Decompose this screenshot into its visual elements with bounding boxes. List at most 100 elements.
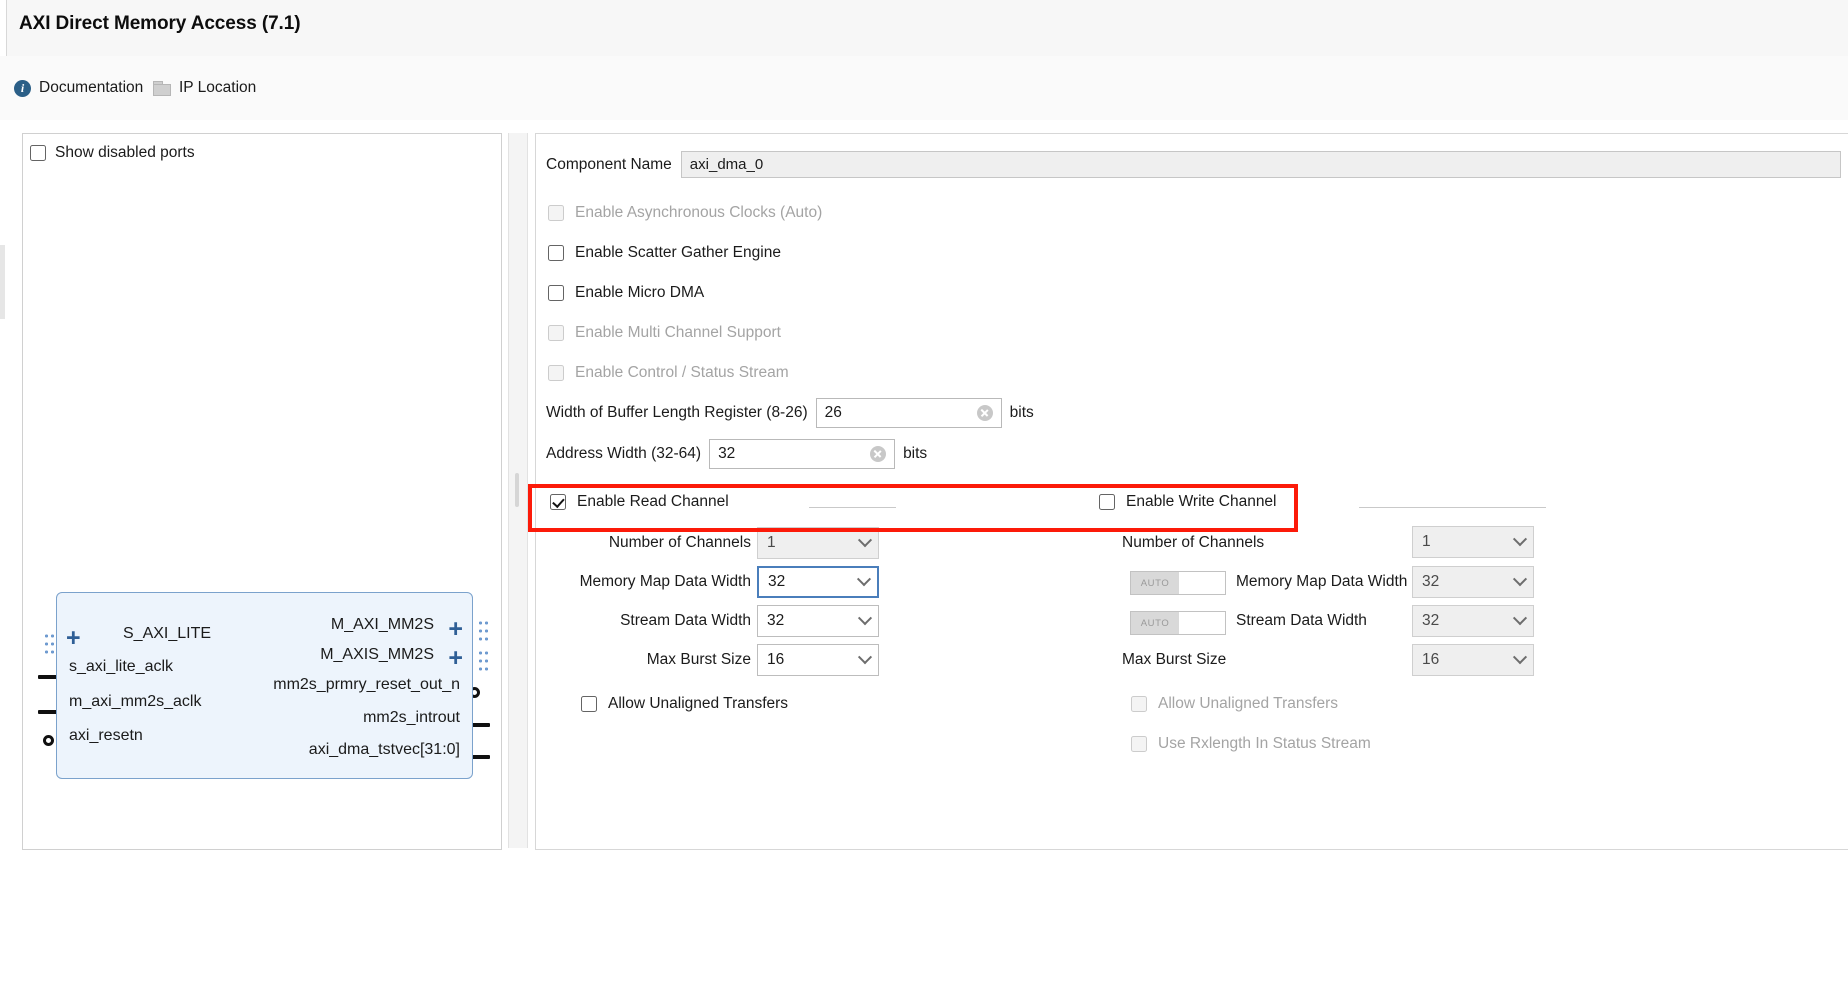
auto-toggle-knob: AUTO <box>1131 612 1179 634</box>
read-memory-map-data-width-dropdown[interactable]: 32 <box>757 566 879 598</box>
enable-multi-channel-label: Enable Multi Channel Support <box>575 324 781 341</box>
buffer-length-register-field[interactable] <box>815 398 1002 428</box>
dialog-toolbar: i Documentation IP Location <box>0 56 1848 120</box>
write-max-burst-size-value: 16 <box>1422 651 1440 668</box>
page-title: AXI Direct Memory Access (7.1) <box>19 13 301 34</box>
write-memory-map-data-width-label: Memory Map Data Width <box>1236 573 1408 590</box>
write-number-of-channels-label: Number of Channels <box>1122 534 1265 551</box>
chevron-down-icon <box>851 577 877 587</box>
buffer-length-register-input[interactable] <box>816 399 1001 427</box>
component-name-label: Component Name <box>546 155 672 173</box>
address-width-field[interactable] <box>709 439 896 469</box>
checkbox-enable-control-status-stream[interactable]: Enable Control / Status Stream <box>548 364 789 382</box>
write-number-of-channels-value: 1 <box>1422 533 1431 550</box>
enable-async-clocks-label: Enable Asynchronous Clocks (Auto) <box>575 204 823 221</box>
use-rxlength-in-status-stream-box[interactable] <box>1131 736 1147 752</box>
chevron-down-icon <box>1507 616 1533 626</box>
write-stream-data-width-dropdown[interactable]: 32 <box>1412 605 1534 637</box>
bus-pin-m-axis-mm2s <box>478 650 489 672</box>
checkbox-read-allow-unaligned-transfers[interactable]: Allow Unaligned Transfers <box>581 695 788 713</box>
write-max-burst-size-label: Max Burst Size <box>1122 651 1227 668</box>
enable-read-channel-label: Enable Read Channel <box>577 493 729 510</box>
buffer-length-register-label: Width of Buffer Length Register (8-26) <box>546 404 808 421</box>
write-channel-separator <box>1359 507 1546 508</box>
dialog-title-bar: AXI Direct Memory Access (7.1) <box>0 0 1848 57</box>
write-stream-data-width-label: Stream Data Width <box>1236 612 1367 629</box>
bus-pin-m-axi-mm2s <box>478 620 489 642</box>
checkbox-write-allow-unaligned-transfers[interactable]: Allow Unaligned Transfers <box>1131 695 1338 713</box>
checkbox-enable-write-channel[interactable]: Enable Write Channel <box>1099 493 1277 511</box>
read-stream-data-width-value: 32 <box>767 612 785 629</box>
address-width-row: Address Width (32-64) bits <box>546 439 927 469</box>
component-name-input[interactable] <box>680 151 1841 178</box>
enable-scatter-gather-box[interactable] <box>548 245 564 261</box>
read-allow-unaligned-transfers-box[interactable] <box>581 696 597 712</box>
read-memory-map-data-width-value: 32 <box>768 573 786 590</box>
expand-plus-icon-s-axi-lite[interactable]: + <box>66 626 81 651</box>
show-disabled-ports-label: Show disabled ports <box>55 144 195 161</box>
write-number-of-channels-dropdown[interactable]: 1 <box>1412 526 1534 558</box>
write-memory-map-data-width-auto-toggle[interactable]: AUTO <box>1130 571 1226 595</box>
ip-location-label: IP Location <box>179 79 257 96</box>
checkbox-enable-multi-channel[interactable]: Enable Multi Channel Support <box>548 324 781 342</box>
clear-icon-buffer-length[interactable] <box>976 405 993 421</box>
expand-plus-icon-m-axis-mm2s[interactable]: + <box>448 646 463 671</box>
documentation-label: Documentation <box>39 79 144 96</box>
chevron-down-icon <box>1507 537 1533 547</box>
read-number-of-channels-dropdown[interactable]: 1 <box>757 527 879 559</box>
enable-micro-dma-label: Enable Micro DMA <box>575 284 705 301</box>
ip-options-panel: Component Name Enable Asynchronous Clock… <box>535 133 1848 850</box>
show-disabled-ports-box[interactable] <box>30 145 46 161</box>
bus-pin-s-axi-lite <box>44 633 55 655</box>
enable-multi-channel-box[interactable] <box>548 325 564 341</box>
folder-icon <box>153 81 171 96</box>
write-stream-data-width-value: 32 <box>1422 612 1440 629</box>
read-max-burst-size-label: Max Burst Size <box>646 651 751 668</box>
checkbox-use-rxlength-in-status-stream[interactable]: Use Rxlength In Status Stream <box>1131 735 1371 753</box>
read-stream-data-width-dropdown[interactable]: 32 <box>757 605 879 637</box>
splitter-grip[interactable] <box>515 473 519 507</box>
checkbox-enable-async-clocks[interactable]: Enable Asynchronous Clocks (Auto) <box>548 204 822 222</box>
write-stream-data-width-auto-toggle[interactable]: AUTO <box>1130 611 1226 635</box>
expand-plus-icon-m-axi-mm2s[interactable]: + <box>448 617 463 642</box>
checkbox-enable-read-channel[interactable]: Enable Read Channel <box>550 493 729 511</box>
write-memory-map-data-width-dropdown[interactable]: 32 <box>1412 566 1534 598</box>
buffer-length-register-units: bits <box>1009 404 1034 421</box>
port-label-m-axis-mm2s: M_AXIS_MM2S <box>320 646 434 663</box>
address-width-units: bits <box>903 445 928 462</box>
write-max-burst-size-dropdown[interactable]: 16 <box>1412 644 1534 676</box>
panel-scroll-indicator[interactable] <box>0 245 5 319</box>
read-max-burst-size-value: 16 <box>767 651 785 668</box>
buffer-length-register-row: Width of Buffer Length Register (8-26) b… <box>546 398 1034 428</box>
pin-axi-resetn <box>43 735 54 746</box>
write-allow-unaligned-transfers-box[interactable] <box>1131 696 1147 712</box>
ip-block-symbol: + + + S_AXI_LITE s_axi_lite_aclk m_axi_m… <box>56 592 473 779</box>
documentation-link[interactable]: i Documentation <box>14 76 143 100</box>
chevron-down-icon <box>852 538 878 548</box>
chevron-down-icon <box>1507 655 1533 665</box>
write-allow-unaligned-transfers-label: Allow Unaligned Transfers <box>1158 695 1339 712</box>
ip-location-link[interactable]: IP Location <box>153 76 256 100</box>
read-number-of-channels-value: 1 <box>767 534 776 551</box>
show-disabled-ports-checkbox[interactable]: Show disabled ports <box>30 144 195 162</box>
window-left-edge <box>0 0 7 56</box>
checkbox-enable-scatter-gather[interactable]: Enable Scatter Gather Engine <box>548 244 781 262</box>
enable-write-channel-box[interactable] <box>1099 494 1115 510</box>
checkbox-enable-micro-dma[interactable]: Enable Micro DMA <box>548 284 704 302</box>
address-width-input[interactable] <box>710 440 895 468</box>
enable-scatter-gather-label: Enable Scatter Gather Engine <box>575 244 781 261</box>
panel-splitter[interactable] <box>508 133 528 848</box>
enable-micro-dma-box[interactable] <box>548 285 564 301</box>
read-allow-unaligned-transfers-label: Allow Unaligned Transfers <box>608 695 789 712</box>
read-stream-data-width-label: Stream Data Width <box>620 612 751 629</box>
enable-control-status-stream-box[interactable] <box>548 365 564 381</box>
enable-async-clocks-box[interactable] <box>548 205 564 221</box>
port-label-axi-dma-tstvec: axi_dma_tstvec[31:0] <box>308 741 460 758</box>
enable-read-channel-box[interactable] <box>550 494 566 510</box>
clear-icon-address-width[interactable] <box>870 446 887 462</box>
read-channel-separator <box>809 507 896 508</box>
read-max-burst-size-dropdown[interactable]: 16 <box>757 644 879 676</box>
port-label-m-axi-mm2s: M_AXI_MM2S <box>330 616 434 633</box>
chevron-down-icon <box>852 655 878 665</box>
auto-toggle-knob: AUTO <box>1131 572 1179 594</box>
